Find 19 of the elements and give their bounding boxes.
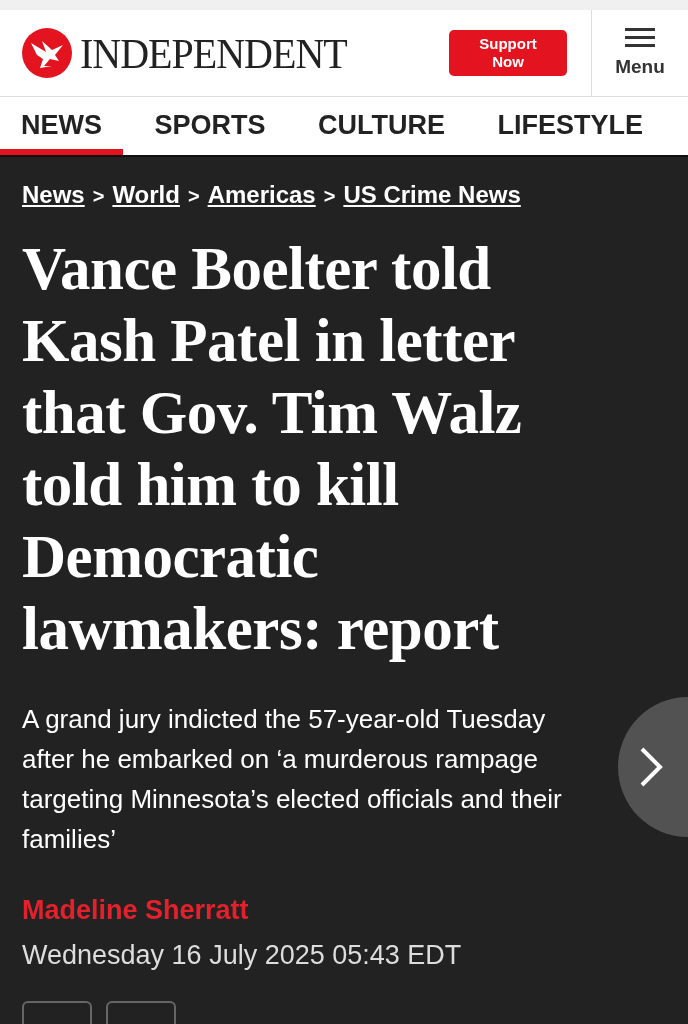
breadcrumb-separator: > (187, 185, 200, 208)
menu-button[interactable]: Menu (591, 10, 688, 96)
breadcrumb-link[interactable]: US Crime News (343, 181, 521, 209)
breadcrumb-link[interactable]: World (112, 181, 180, 209)
nav-tab[interactable]: SPORTS (133, 97, 287, 155)
headline: Vance Boelter told Kash Patel in letter that Gov. Tim Walz told him to kill Democratic lawmakers: report (22, 234, 523, 664)
breadcrumb-separator: > (323, 185, 336, 208)
nav-tab[interactable]: CULTURE (297, 97, 466, 155)
wordmark[interactable]: INDEPENDENT (80, 28, 347, 78)
nav-tab[interactable]: NEWS (0, 97, 123, 155)
nav-tab[interactable]: LIFESTYLE (476, 97, 664, 155)
breadcrumb-link[interactable]: News (22, 181, 85, 209)
logo-icon[interactable] (22, 28, 72, 78)
support-button[interactable]: Support Now (449, 30, 567, 76)
breadcrumb-link[interactable]: Americas (207, 181, 316, 209)
publish-date: Wednesday 16 July 2025 05:43 EDT (22, 940, 463, 971)
menu-icon[interactable] (625, 28, 655, 48)
article-summary: A grand jury indicted the 57-year-old Tuesday after he embarked on ‘a murderous rampage targeting Minnesota’s elected officials and their families’ (22, 703, 563, 856)
breadcrumb-separator: > (92, 185, 105, 208)
